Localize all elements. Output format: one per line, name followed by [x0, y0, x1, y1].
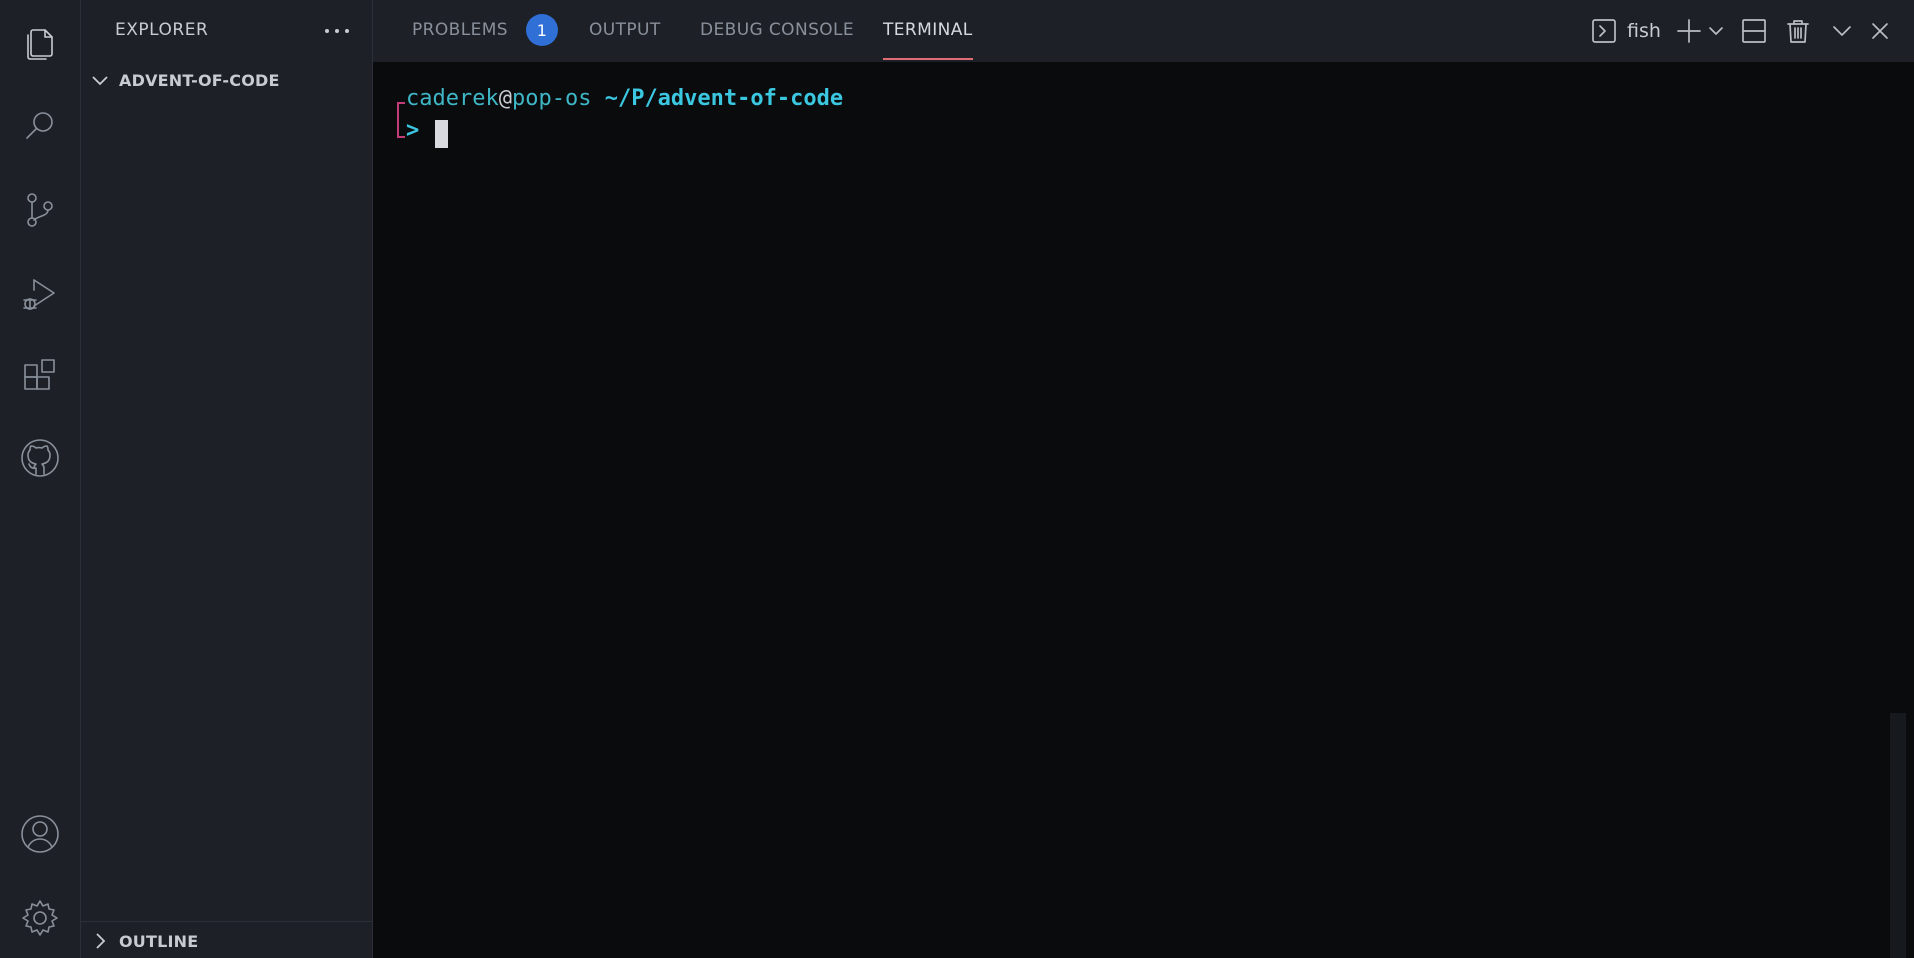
chevron-down-icon	[92, 76, 108, 86]
terminal-icon	[1592, 19, 1616, 43]
terminal-selector[interactable]: fish	[1591, 12, 1661, 50]
tab-problems[interactable]: PROBLEMS 1	[412, 0, 558, 60]
outline-label: OUTLINE	[119, 931, 199, 951]
prompt-line: caderek@pop-os ~/P/advent-of-code	[406, 86, 843, 111]
explorer-button[interactable]	[0, 10, 80, 74]
split-icon	[1742, 19, 1766, 43]
trash-icon	[1787, 20, 1809, 43]
source-control-icon	[27, 193, 53, 227]
terminal-area[interactable]: caderek@pop-os ~/P/advent-of-code >	[373, 62, 1914, 958]
kill-terminal-button[interactable]	[1785, 12, 1811, 50]
split-terminal-button[interactable]	[1741, 12, 1767, 50]
gear-icon	[22, 900, 58, 936]
tab-debug-console[interactable]: DEBUG CONSOLE	[700, 0, 854, 60]
tab-output[interactable]: OUTPUT	[589, 0, 661, 60]
close-panel-button[interactable]	[1869, 12, 1891, 50]
launch-profile-button[interactable]	[1707, 12, 1725, 50]
terminal-name: fish	[1627, 20, 1661, 42]
prompt-user: caderek	[406, 86, 499, 111]
active-tab-indicator	[883, 58, 973, 60]
prompt-symbol: >	[406, 118, 420, 143]
folder-name: ADVENT-OF-CODE	[119, 70, 280, 90]
activity-bar	[0, 0, 81, 958]
panel: PROBLEMS 1 OUTPUT DEBUG CONSOLE TERMINAL…	[373, 0, 1914, 958]
chevron-down-icon	[1833, 26, 1851, 36]
panel-header: PROBLEMS 1 OUTPUT DEBUG CONSOLE TERMINAL…	[373, 0, 1914, 62]
folder-section-header[interactable]: ADVENT-OF-CODE	[81, 63, 372, 97]
github-icon	[21, 439, 59, 477]
files-icon	[27, 29, 53, 60]
prompt-bracket	[397, 102, 405, 138]
outline-section-header[interactable]: OUTLINE	[81, 924, 372, 958]
run-debug-button[interactable]	[0, 262, 80, 326]
prompt-at: @	[498, 86, 512, 111]
chevron-down-icon	[1709, 27, 1723, 35]
extensions-button[interactable]	[0, 346, 80, 410]
terminal-scrollbar[interactable]	[1890, 713, 1906, 958]
plus-icon	[1677, 19, 1701, 43]
tab-label: OUTPUT	[589, 20, 661, 40]
github-button[interactable]	[0, 426, 80, 490]
extensions-icon	[24, 359, 55, 390]
maximize-panel-button[interactable]	[1831, 12, 1853, 50]
tab-label: DEBUG CONSOLE	[700, 20, 855, 40]
run-debug-icon	[23, 279, 55, 310]
search-button[interactable]	[0, 94, 80, 158]
more-dot	[345, 29, 349, 33]
tab-terminal[interactable]: TERMINAL	[883, 0, 973, 60]
account-icon	[21, 815, 59, 853]
new-terminal-button[interactable]	[1675, 12, 1703, 50]
more-dot	[325, 29, 329, 33]
explorer-sidebar: EXPLORER ADVENT-OF-CODE OUTLINE	[81, 0, 373, 958]
close-icon	[1872, 23, 1888, 39]
manage-button[interactable]	[0, 886, 80, 950]
tab-label: PROBLEMS	[412, 20, 508, 40]
problems-count-badge: 1	[525, 14, 558, 46]
terminal-cursor	[435, 120, 448, 148]
tab-label: TERMINAL	[883, 20, 973, 40]
more-actions-button[interactable]	[317, 14, 357, 48]
prompt-host: pop-os	[511, 86, 592, 111]
search-icon	[26, 112, 53, 139]
prompt-path: ~/P/advent-of-code	[604, 86, 844, 111]
divider	[81, 921, 372, 922]
accounts-button[interactable]	[0, 802, 80, 866]
sidebar-title: EXPLORER	[115, 20, 209, 40]
more-dot	[335, 29, 339, 33]
source-control-button[interactable]	[0, 178, 80, 242]
chevron-right-icon	[96, 933, 106, 949]
